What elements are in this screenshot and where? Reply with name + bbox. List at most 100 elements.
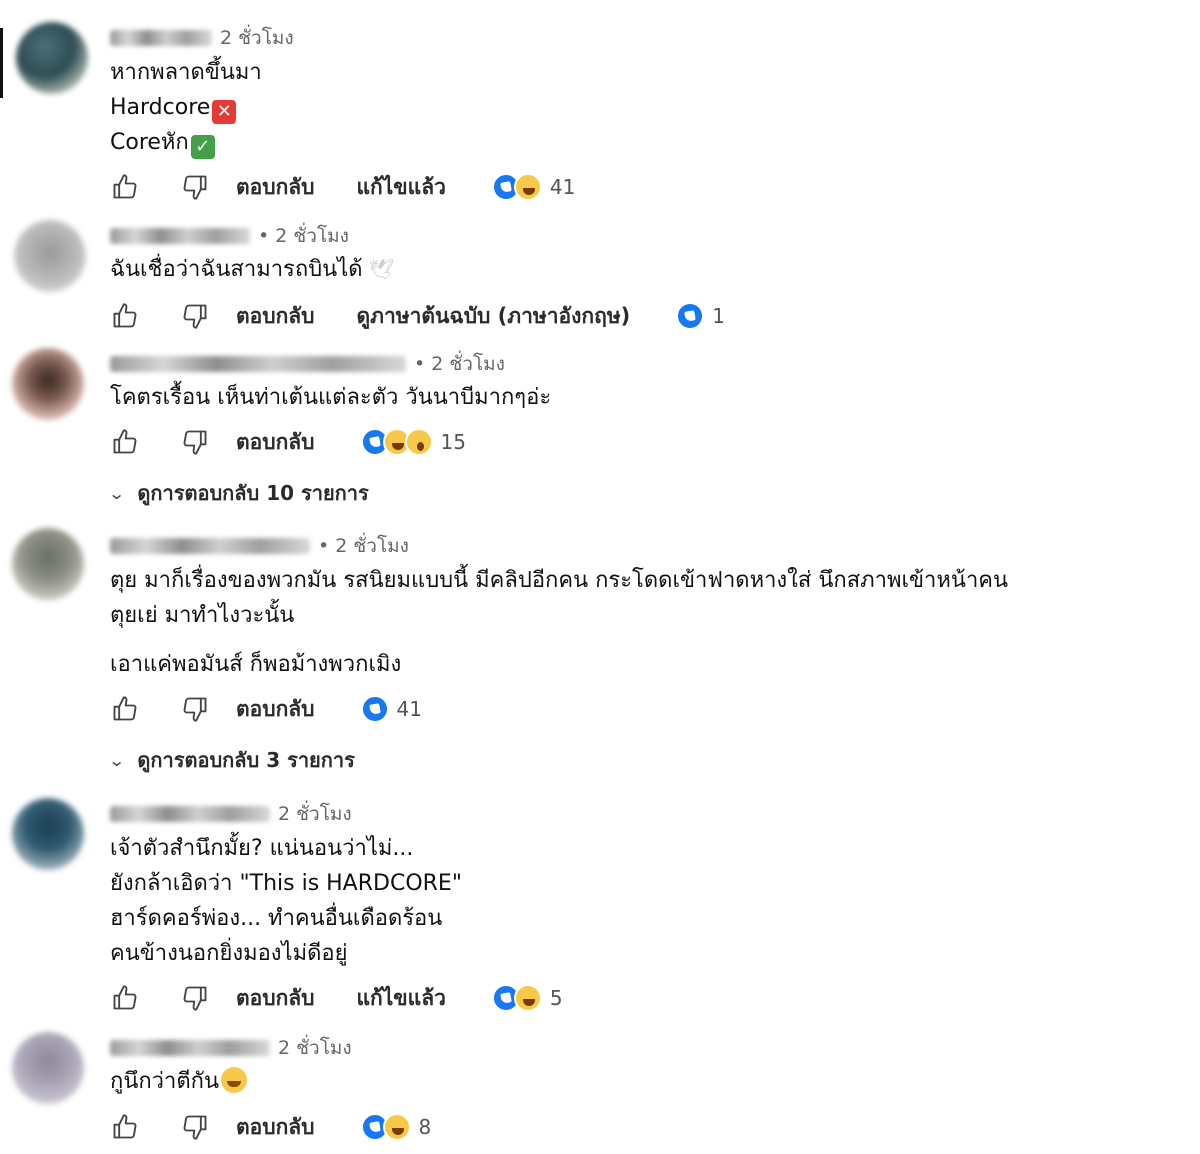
thumbs-down-outline-icon[interactable] bbox=[180, 427, 210, 457]
comment-header: • 2 ชั่วโมง bbox=[110, 533, 409, 559]
comment-line: Coreหัก bbox=[110, 130, 189, 155]
comment-body: เจ้าตัวสำนึกมั้ย? แน่นอนว่าไม่... ยังกล้… bbox=[110, 831, 462, 971]
comment-time[interactable]: 2 ชั่วโมง bbox=[278, 1033, 352, 1063]
wow-reaction-icon bbox=[404, 428, 433, 456]
comment-line: หากพลาดขึ้นมา bbox=[110, 60, 262, 85]
dove-emoji-icon: 🕊 bbox=[368, 257, 394, 281]
comment-body: ตุย มาก็เรื่องของพวกมัน รสนิยมแบบนี้ มีค… bbox=[110, 563, 1008, 682]
thumbs-up-outline-icon[interactable] bbox=[110, 301, 140, 331]
comment-header: 2 ชั่วโมง bbox=[110, 25, 294, 51]
comment-line: กูนึกว่าตีกัน bbox=[110, 1069, 220, 1094]
see-original-language-link[interactable]: ดูภาษาต้นฉบับ (ภาษาอังกฤษ) bbox=[357, 300, 631, 333]
reply-button[interactable]: ตอบกลับ bbox=[236, 300, 315, 333]
comment-actions: ตอบกลับ 8 bbox=[110, 1107, 431, 1147]
avatar[interactable] bbox=[12, 348, 84, 420]
comment-time[interactable]: • 2 ชั่วโมง bbox=[414, 349, 505, 379]
comment-time[interactable]: 2 ชั่วโมง bbox=[220, 23, 294, 53]
thumbs-up-outline-icon[interactable] bbox=[110, 983, 140, 1013]
comment-header: • 2 ชั่วโมง bbox=[110, 223, 349, 249]
thumbs-down-outline-icon[interactable] bbox=[180, 694, 210, 724]
reply-button[interactable]: ตอบกลับ bbox=[236, 1111, 315, 1144]
comment-line: ฮาร์ดคอร์พ่อง... ทำคนอื่นเดือดร้อน bbox=[110, 906, 443, 931]
avatar[interactable] bbox=[16, 22, 88, 94]
reaction-count: 5 bbox=[549, 986, 563, 1010]
reply-button[interactable]: ตอบกลับ bbox=[236, 171, 315, 204]
thumbs-down-outline-icon[interactable] bbox=[180, 172, 210, 202]
chevron-down-icon: ⌄ bbox=[107, 483, 126, 503]
comment-actions: ตอบกลับ แก้ไขแล้ว 41 bbox=[110, 167, 575, 207]
comment-actions: ตอบกลับ ดูภาษาต้นฉบับ (ภาษาอังกฤษ) 1 bbox=[110, 296, 725, 336]
reaction-count: 41 bbox=[549, 175, 576, 199]
comment-body: โคตรเรื้อน เห็นท่าเต้นแต่ละตัว วันนาบีมา… bbox=[110, 380, 551, 415]
comment-header: • 2 ชั่วโมง bbox=[110, 351, 505, 377]
avatar[interactable] bbox=[12, 798, 84, 870]
haha-reaction-icon bbox=[513, 984, 542, 1012]
reply-button[interactable]: ตอบกลับ bbox=[236, 982, 315, 1015]
edited-label[interactable]: แก้ไขแล้ว bbox=[357, 982, 446, 1015]
thumbs-up-outline-icon[interactable] bbox=[110, 427, 140, 457]
comment-body: หากพลาดขึ้นมา Hardcore ✕ Coreหัก ✓ bbox=[110, 55, 262, 160]
reply-button[interactable]: ตอบกลับ bbox=[236, 693, 315, 726]
comment-line: เอาแค่พอมันส์ ก็พอม้างพวกเมิง bbox=[110, 652, 402, 677]
view-replies-label: ดูการตอบกลับ 3 รายการ bbox=[137, 748, 355, 772]
reaction-summary[interactable]: 1 bbox=[676, 302, 725, 330]
comment-line: ฉันเชื่อว่าฉันสามารถบินได้ bbox=[110, 257, 363, 282]
comment-line-with-emoji: Coreหัก ✓ bbox=[110, 125, 262, 160]
reaction-count: 1 bbox=[712, 304, 726, 328]
reaction-summary[interactable]: 41 bbox=[491, 173, 576, 201]
comment-line-with-emoji: ฉันเชื่อว่าฉันสามารถบินได้ 🕊 bbox=[110, 252, 394, 287]
haha-reaction-icon bbox=[382, 1113, 411, 1141]
comment-line: โคตรเรื้อน เห็นท่าเต้นแต่ละตัว วันนาบีมา… bbox=[110, 385, 552, 410]
comment-time[interactable]: • 2 ชั่วโมง bbox=[318, 531, 409, 561]
commenter-name-blurred[interactable] bbox=[110, 228, 250, 244]
thumbs-up-outline-icon[interactable] bbox=[110, 694, 140, 724]
reaction-summary[interactable]: 5 bbox=[491, 984, 563, 1012]
commenter-name-blurred[interactable] bbox=[110, 806, 270, 822]
chevron-down-icon: ⌄ bbox=[107, 750, 126, 770]
reaction-summary[interactable]: 8 bbox=[360, 1113, 431, 1141]
reaction-count: 41 bbox=[396, 697, 422, 721]
comment-time[interactable]: 2 ชั่วโมง bbox=[278, 799, 352, 829]
avatar[interactable] bbox=[12, 1032, 84, 1104]
reaction-count: 15 bbox=[440, 430, 466, 454]
view-replies-button[interactable]: ⌄ ดูการตอบกลับ 10 รายการ bbox=[107, 478, 369, 508]
like-reaction-icon bbox=[360, 695, 389, 723]
pleading-face-emoji-icon bbox=[221, 1067, 248, 1093]
comment-body: ฉันเชื่อว่าฉันสามารถบินได้ 🕊 bbox=[110, 252, 394, 287]
view-replies-label: ดูการตอบกลับ 10 รายการ bbox=[137, 481, 369, 505]
comment-header: 2 ชั่วโมง bbox=[110, 1035, 352, 1061]
like-reaction-icon bbox=[676, 302, 705, 330]
thread-indicator bbox=[0, 28, 3, 98]
comment-actions: ตอบกลับ 41 bbox=[110, 689, 422, 729]
check-mark-emoji-icon: ✓ bbox=[190, 135, 215, 159]
edited-label[interactable]: แก้ไขแล้ว bbox=[357, 171, 446, 204]
comment-time[interactable]: • 2 ชั่วโมง bbox=[258, 221, 349, 251]
thumbs-down-outline-icon[interactable] bbox=[180, 1112, 210, 1142]
view-replies-button[interactable]: ⌄ ดูการตอบกลับ 3 รายการ bbox=[107, 745, 355, 775]
commenter-name-blurred[interactable] bbox=[110, 356, 406, 372]
comment-actions: ตอบกลับ แก้ไขแล้ว 5 bbox=[110, 978, 563, 1018]
reaction-summary[interactable]: 15 bbox=[360, 428, 466, 456]
commenter-name-blurred[interactable] bbox=[110, 538, 310, 554]
comment-line-with-emoji: Hardcore ✕ bbox=[110, 90, 262, 125]
comment-line: ตุยเย่ มาทำไงวะนั้น bbox=[110, 603, 295, 628]
reply-button[interactable]: ตอบกลับ bbox=[236, 426, 315, 459]
cross-mark-emoji-icon: ✕ bbox=[212, 100, 237, 124]
commenter-name-blurred[interactable] bbox=[110, 30, 212, 46]
haha-reaction-icon bbox=[513, 173, 542, 201]
avatar[interactable] bbox=[14, 220, 86, 292]
commenter-name-blurred[interactable] bbox=[110, 1040, 270, 1056]
comment-actions: ตอบกลับ 15 bbox=[110, 422, 466, 462]
reaction-summary[interactable]: 41 bbox=[360, 695, 422, 723]
avatar[interactable] bbox=[12, 528, 84, 600]
thumbs-down-outline-icon[interactable] bbox=[180, 301, 210, 331]
thumbs-down-outline-icon[interactable] bbox=[180, 983, 210, 1013]
comment-body: กูนึกว่าตีกัน bbox=[110, 1064, 248, 1099]
thumbs-up-outline-icon[interactable] bbox=[110, 1112, 140, 1142]
comment-line-with-emoji: กูนึกว่าตีกัน bbox=[110, 1064, 248, 1099]
thumbs-up-outline-icon[interactable] bbox=[110, 172, 140, 202]
comment-line: เจ้าตัวสำนึกมั้ย? แน่นอนว่าไม่... bbox=[110, 836, 414, 861]
comment-line: Hardcore bbox=[110, 95, 211, 120]
comment-line: คนข้างนอกยิ่งมองไม่ดีอยู่ bbox=[110, 941, 348, 966]
